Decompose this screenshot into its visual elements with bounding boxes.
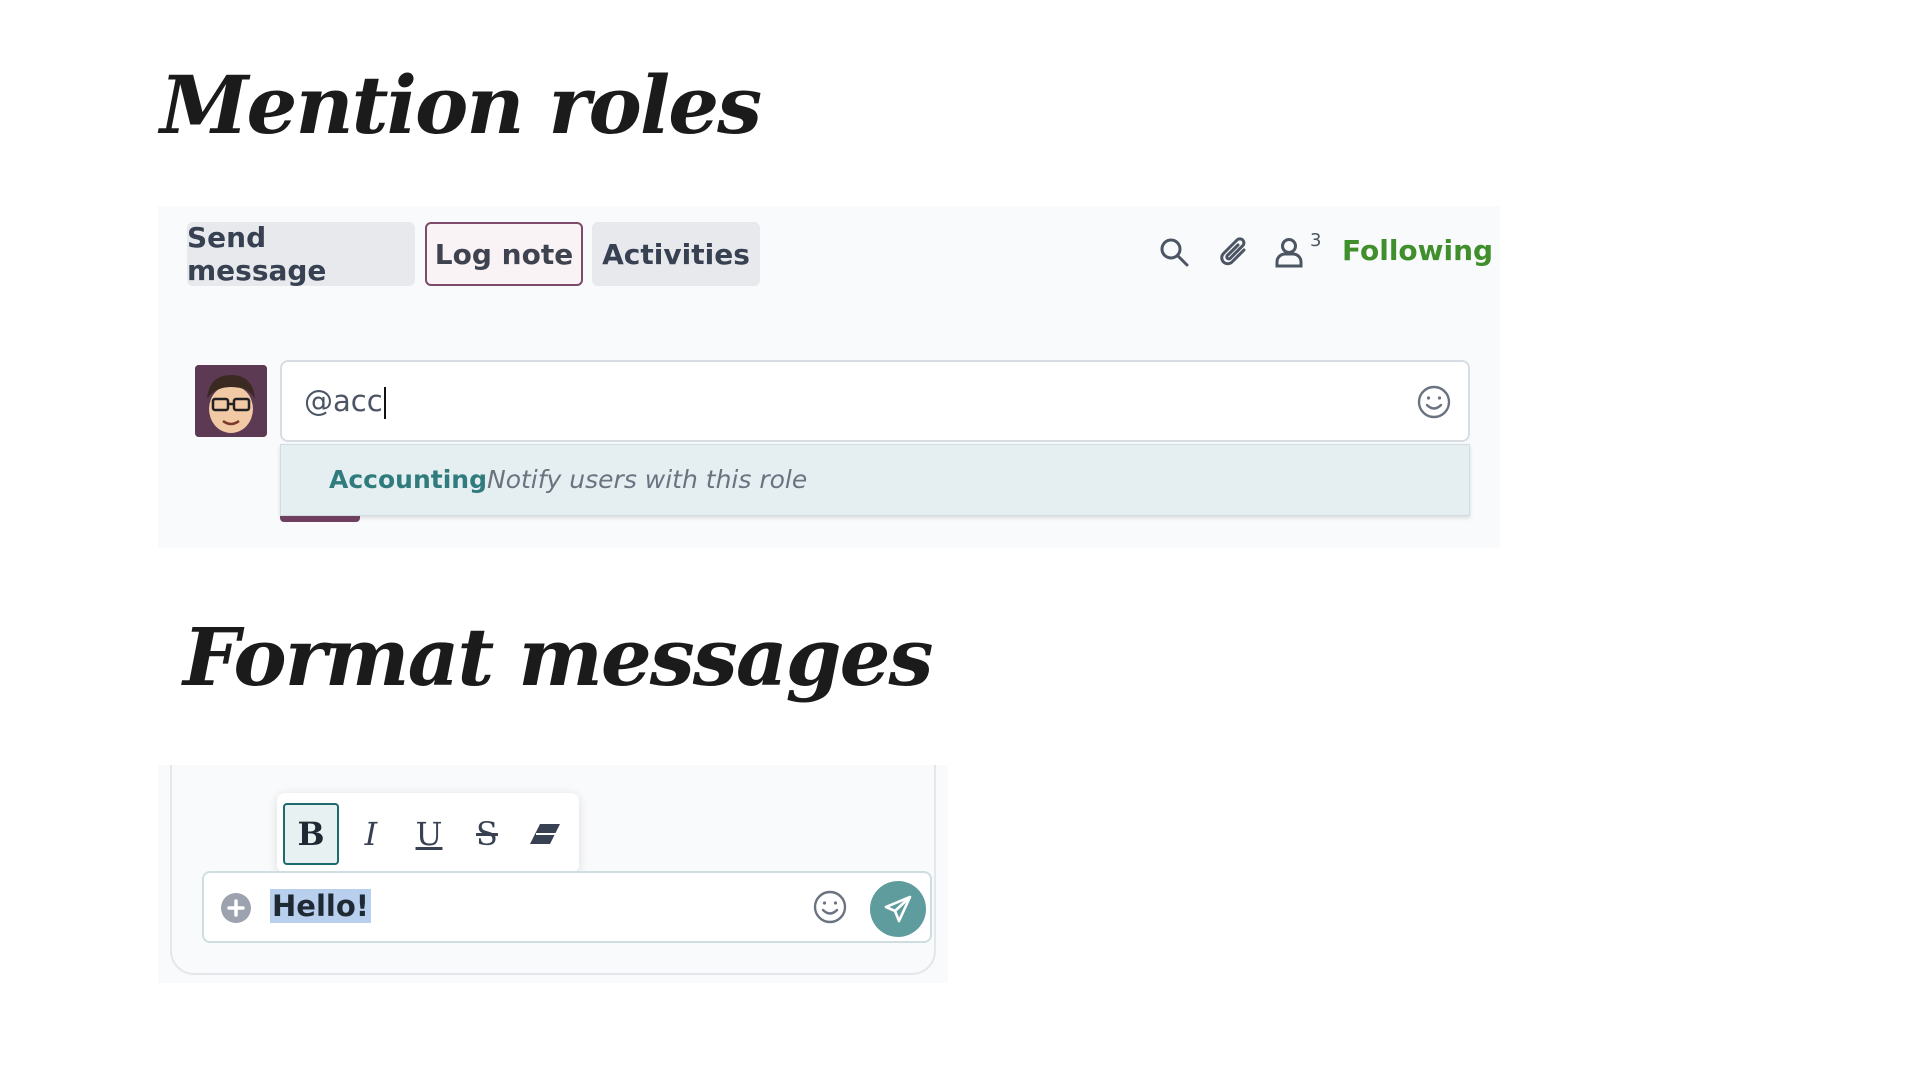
selected-text[interactable]: Hello!: [270, 889, 371, 923]
emoji-icon[interactable]: [1416, 384, 1452, 424]
paperclip-icon[interactable]: [1218, 234, 1252, 274]
format-panel: B I U S Hello!: [158, 765, 948, 983]
avatar: [195, 365, 267, 437]
underline-button[interactable]: U: [401, 803, 457, 865]
composer-input[interactable]: @acc: [304, 384, 386, 419]
eraser-icon[interactable]: [517, 803, 573, 865]
suggestion-role-name: Accounting: [329, 465, 487, 494]
user-icon[interactable]: [1274, 236, 1304, 272]
emoji-icon[interactable]: [812, 889, 848, 929]
paper-plane-icon: [884, 895, 912, 923]
suggestion-hint: Notify users with this role: [487, 465, 808, 494]
hidden-button-edge: [280, 516, 360, 522]
search-icon[interactable]: [1158, 236, 1190, 272]
tab-send-message[interactable]: Send message: [187, 221, 415, 287]
italic-button[interactable]: I: [343, 803, 399, 865]
bold-button[interactable]: B: [283, 803, 339, 865]
composer-value: @acc: [304, 384, 383, 418]
format-card: B I U S Hello!: [170, 765, 936, 975]
chatter-panel: Send message Log note Activities 3 Follo…: [158, 206, 1500, 548]
text-caret: [383, 387, 386, 419]
tab-log-note[interactable]: Log note: [425, 222, 583, 286]
strikethrough-button[interactable]: S: [459, 803, 515, 865]
following-button[interactable]: Following: [1342, 234, 1493, 267]
heading-format-messages: Format messages: [183, 610, 934, 704]
add-icon[interactable]: [220, 892, 252, 928]
format-message-input[interactable]: Hello!: [202, 871, 932, 943]
page: Mention roles Send message Log note Acti…: [0, 0, 1920, 1080]
mention-suggestion-item[interactable]: Accounting Notify users with this role: [280, 444, 1470, 516]
send-button[interactable]: [870, 881, 926, 937]
heading-mention-roles: Mention roles: [160, 58, 762, 152]
message-composer[interactable]: @acc: [280, 360, 1470, 442]
tab-activities[interactable]: Activities: [592, 222, 760, 286]
format-toolbar: B I U S: [277, 793, 579, 873]
followers-count: 3: [1310, 230, 1322, 251]
